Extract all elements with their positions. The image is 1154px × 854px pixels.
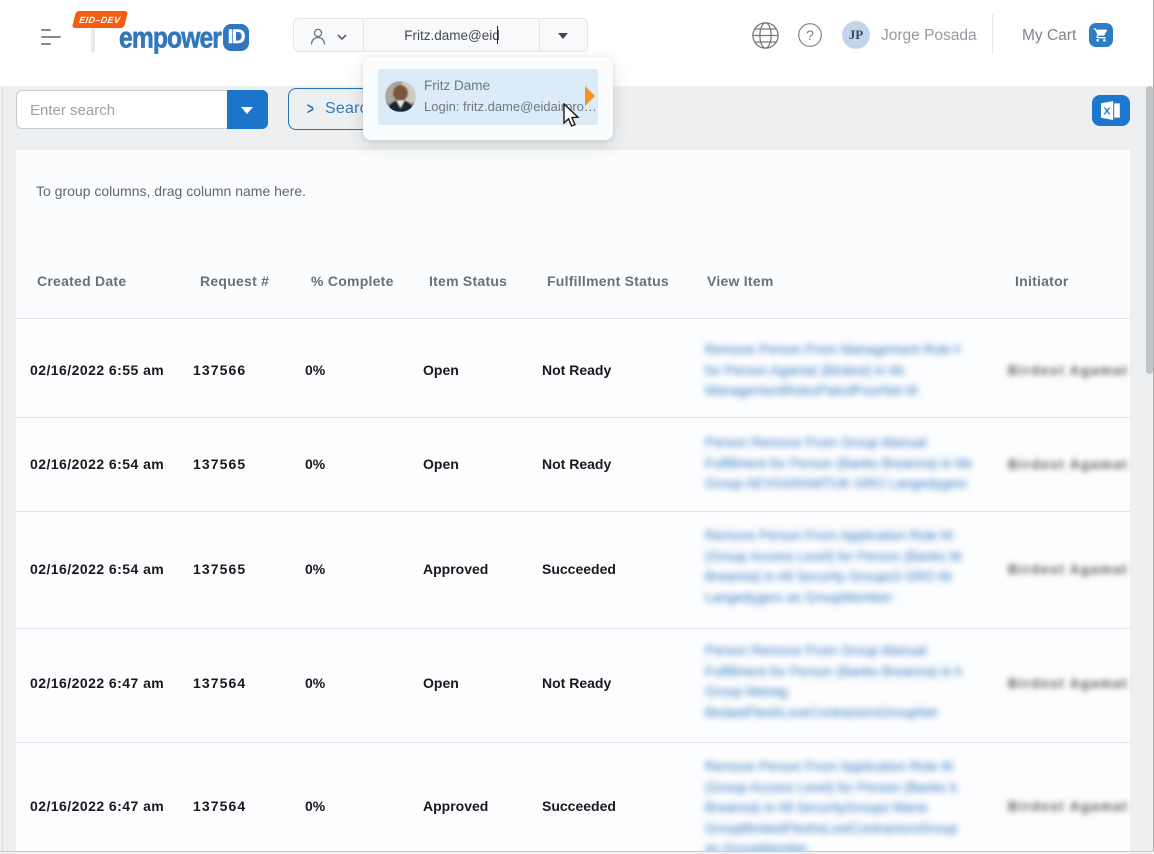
svg-text:X: X [1103,106,1110,118]
svg-text:?: ? [806,27,814,43]
